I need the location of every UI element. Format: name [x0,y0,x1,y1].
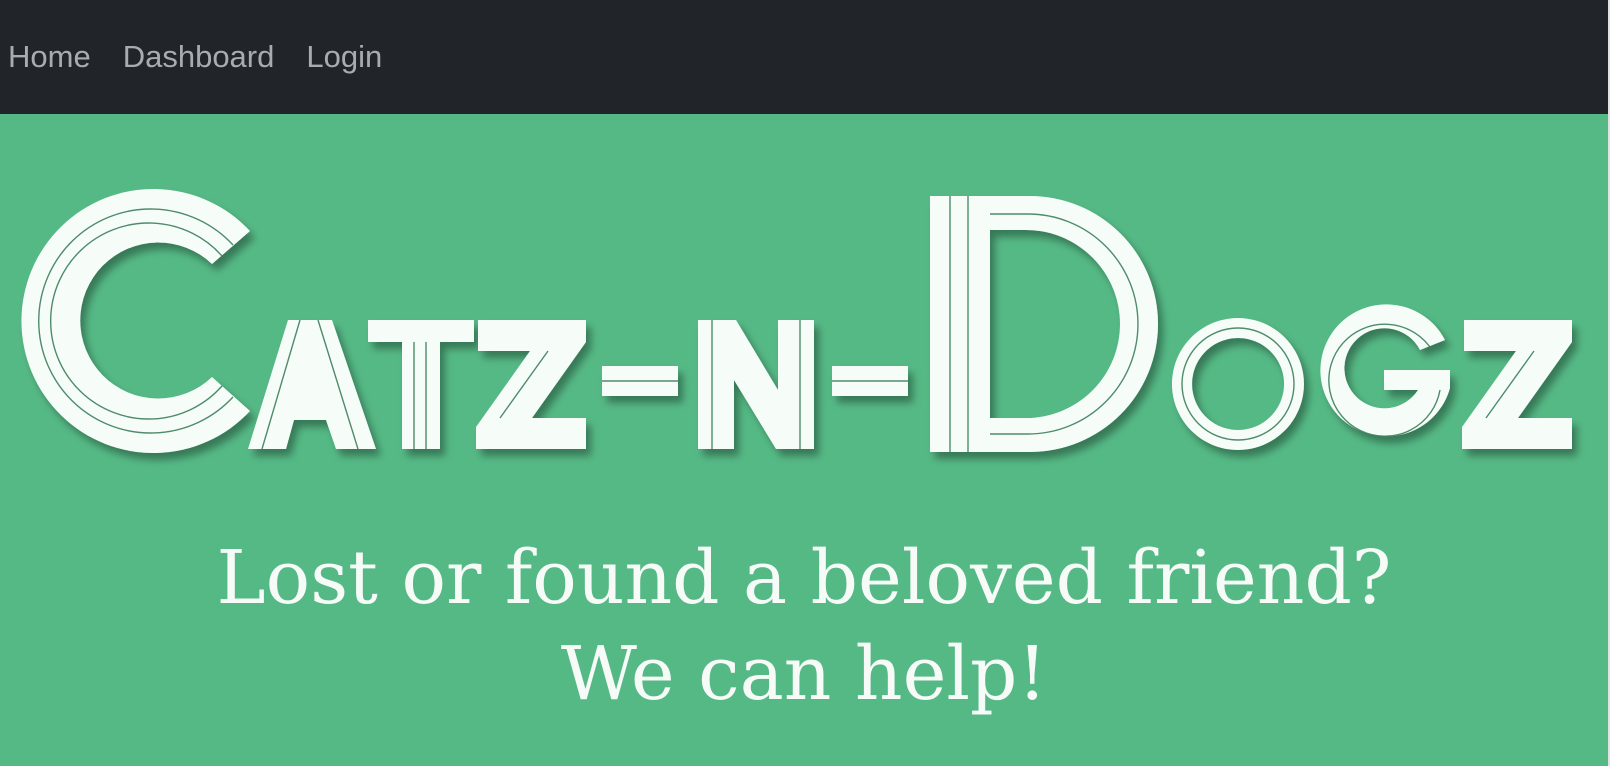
nav-home-link[interactable]: Home [8,37,91,77]
nav-login-link[interactable]: Login [306,37,382,77]
catz-n-dogz-logo [0,114,1608,474]
top-navbar: Home Dashboard Login [0,0,1610,114]
logo-graphic [21,189,1572,453]
hero-tagline-line1: Lost or found a beloved friend? [216,535,1392,621]
nav-links: Home Dashboard Login [8,37,414,77]
hero-tagline-line2: We can help! [560,631,1048,717]
nav-dashboard-link[interactable]: Dashboard [123,37,275,77]
hero-section: Lost or found a beloved friend? We can h… [0,114,1608,766]
